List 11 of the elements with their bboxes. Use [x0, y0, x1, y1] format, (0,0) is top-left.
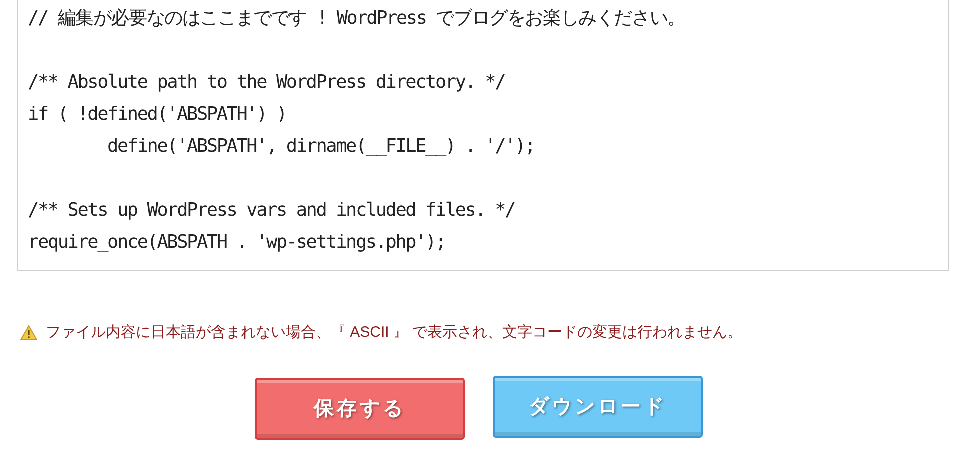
- code-editor[interactable]: [17, 0, 949, 271]
- code-line: define('ABSPATH', dirname(__FILE__) . '/');: [106, 135, 535, 159]
- save-button[interactable]: 保存する: [255, 378, 465, 440]
- notice-text: ファイル内容に日本語が含まれない場合、『 ASCII 』 で表示され、文字コードの変更は行われません。: [46, 323, 743, 343]
- warning-icon: [20, 325, 38, 342]
- code-line: if ( !defined('ABSPATH') ): [28, 103, 286, 127]
- code-line: require_once(ABSPATH . 'wp-settings.php');: [28, 231, 446, 255]
- download-button[interactable]: ダウンロード: [493, 376, 703, 438]
- code-line: // 編集が必要なのはここまでです ! WordPress でブログをお楽しみください。: [28, 7, 686, 31]
- code-line: /** Absolute path to the WordPress directory. */: [28, 71, 506, 95]
- code-line: /** Sets up WordPress vars and included files. */: [28, 199, 515, 223]
